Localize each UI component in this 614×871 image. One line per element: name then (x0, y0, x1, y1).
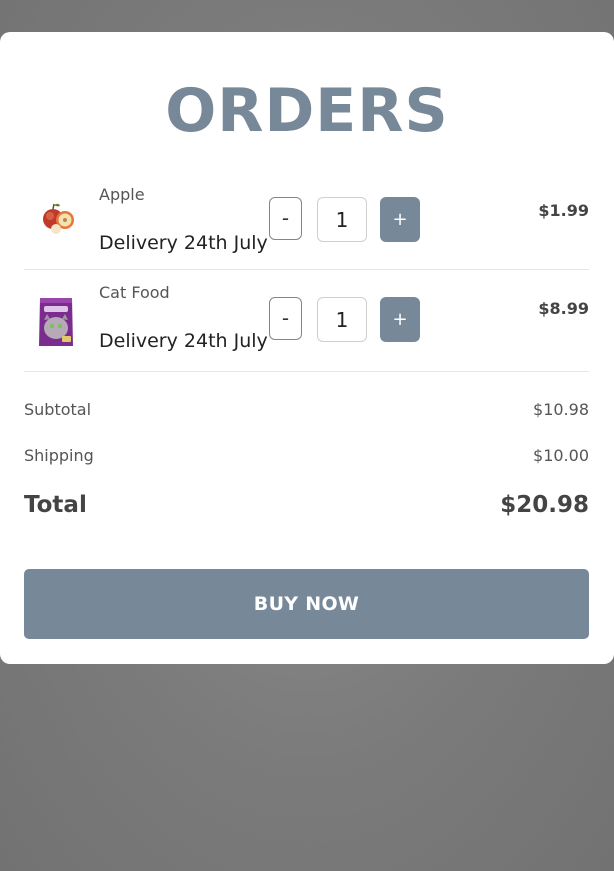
cat-food-pouch-image (39, 298, 73, 346)
order-item-apple: Apple Delivery 24th July - + $1.99 (24, 170, 589, 270)
shipping-value: $10.00 (533, 446, 589, 465)
item-name: Cat Food (99, 283, 170, 302)
apple-image (43, 203, 74, 234)
subtotal-value: $10.98 (533, 400, 589, 419)
item-delivery-date: Delivery 24th July (99, 330, 268, 352)
quantity-input[interactable] (317, 197, 367, 242)
increase-quantity-button[interactable]: + (380, 297, 420, 342)
item-delivery-date: Delivery 24th July (99, 232, 268, 254)
quantity-input[interactable] (317, 297, 367, 342)
total-value: $20.98 (500, 492, 589, 518)
order-item-cat-food: Cat Food Delivery 24th July - + $8.99 (24, 270, 589, 372)
total-label: Total (24, 492, 87, 518)
decrease-quantity-button[interactable]: - (269, 197, 302, 240)
item-price: $8.99 (538, 299, 589, 318)
item-name: Apple (99, 185, 145, 204)
buy-now-button[interactable]: BUY NOW (24, 569, 589, 639)
subtotal-label: Subtotal (24, 400, 92, 419)
page-title: ORDERS (165, 76, 449, 146)
orders-card: ORDERS Apple Delivery 24th July - + $1.9… (0, 32, 614, 664)
decrease-quantity-button[interactable]: - (269, 297, 302, 340)
item-price: $1.99 (538, 201, 589, 220)
increase-quantity-button[interactable]: + (380, 197, 420, 242)
shipping-label: Shipping (24, 446, 94, 465)
